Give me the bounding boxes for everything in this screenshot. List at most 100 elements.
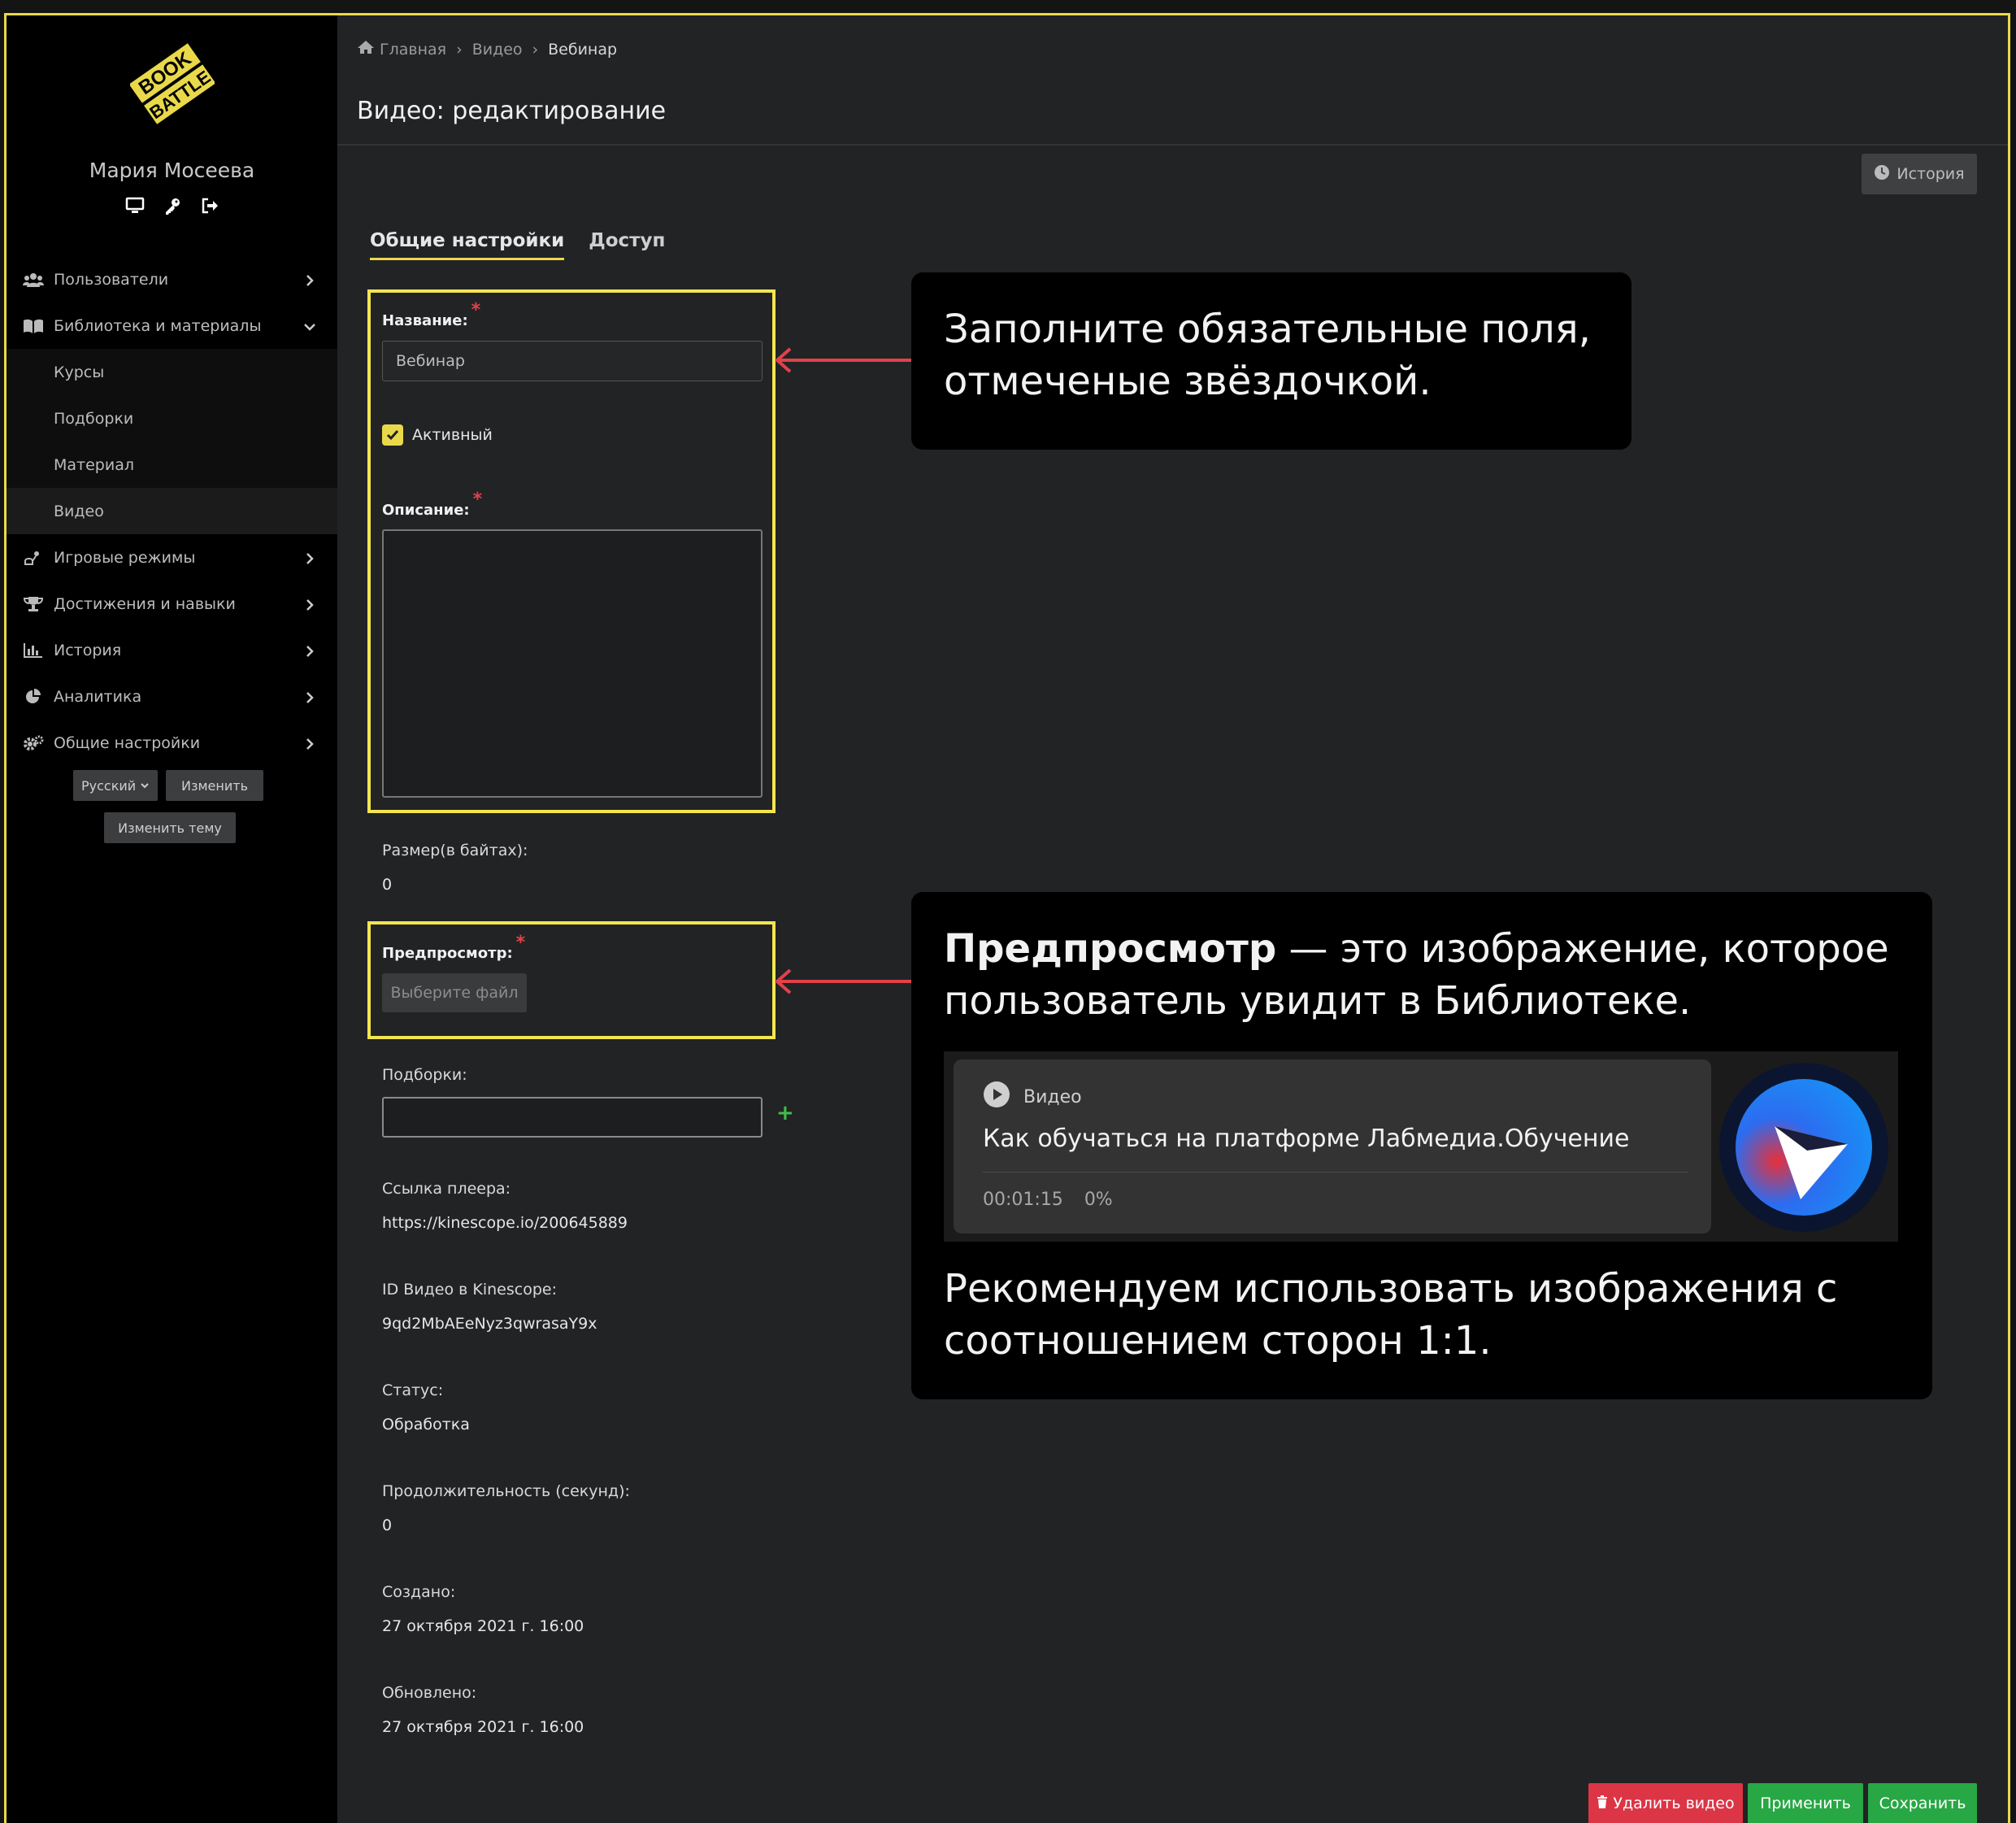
- apply-button[interactable]: Применить: [1748, 1783, 1863, 1823]
- preview-card-category-label: Видео: [1023, 1086, 1082, 1107]
- tab-access[interactable]: Доступ: [589, 230, 665, 260]
- sign-out-icon[interactable]: [200, 196, 219, 215]
- sidebar-item-users[interactable]: Пользователи: [7, 256, 337, 302]
- created-value: 27 октября 2021 г. 16:00: [382, 1617, 584, 1635]
- bookbattle-logo[interactable]: BOOK BATTLE: [128, 43, 216, 124]
- name-input[interactable]: Вебинар: [382, 341, 763, 381]
- chevron-right-icon: [303, 690, 316, 703]
- play-circle-icon: [983, 1081, 1010, 1113]
- preview-callout: Предпросмотр — это изображение, которое …: [911, 892, 1932, 1399]
- choose-file-button[interactable]: Выберите файл: [382, 973, 527, 1012]
- chevron-down-icon: [303, 320, 316, 333]
- sidebar-subitem-collections[interactable]: Подборки: [7, 395, 337, 442]
- preview-card-meta: 00:01:15 0%: [983, 1190, 1113, 1210]
- app-frame: BOOK BATTLE Мария Мосеева Пользователи Б…: [4, 13, 2010, 1823]
- sidebar-subitem-video[interactable]: Видео: [7, 488, 337, 534]
- required-asterisk: *: [472, 489, 483, 510]
- language-select-value: Русский: [81, 777, 137, 794]
- sidebar-subitem-material[interactable]: Материал: [7, 442, 337, 488]
- chevron-down-icon: [140, 778, 150, 794]
- preview-card-title: Как обучаться на платформе Лабмедиа.Обуч…: [983, 1125, 1630, 1153]
- preview-card-category: Видео: [983, 1081, 1082, 1113]
- required-fields-callout: Заполните обязательные поля, отмеченые з…: [911, 272, 1631, 450]
- sidebar-item-label: Игровые режимы: [54, 548, 196, 567]
- required-asterisk: *: [515, 933, 526, 953]
- cogs-icon: [23, 734, 44, 752]
- callout-line: Рекомендуем использовать изображения с: [944, 1266, 1838, 1312]
- key-icon[interactable]: [163, 196, 182, 215]
- sidebar-item-analytics[interactable]: Аналитика: [7, 673, 337, 720]
- trash-icon: [1597, 1795, 1608, 1812]
- arrow-left-icon: [774, 968, 915, 994]
- sidebar-item-label: Пользователи: [54, 270, 169, 289]
- preview-card-progress: 0%: [1084, 1190, 1113, 1210]
- sidebar-item-label: История: [54, 641, 122, 659]
- history-button[interactable]: История: [1862, 154, 1977, 194]
- callout-bold: Предпросмотр: [944, 926, 1277, 972]
- main-content: Главная › Видео › Вебинар Видео: редакти…: [337, 15, 2008, 1823]
- trophy-icon: [23, 595, 44, 613]
- tab-general-settings[interactable]: Общие настройки: [370, 230, 565, 260]
- collections-label: Подборки:: [382, 1066, 467, 1084]
- size-value: 0: [382, 876, 393, 894]
- form-actions: Удалить видео Применить Сохранить: [1588, 1783, 1977, 1823]
- sidebar-item-label: Достижения и навыки: [54, 594, 236, 613]
- player-link-value: https://kinescope.io/200645889: [382, 1214, 628, 1232]
- required-asterisk: *: [471, 300, 481, 320]
- book-open-icon: [23, 317, 44, 335]
- library-preview-card: Видео Как обучаться на платформе Лабмеди…: [944, 1051, 1898, 1242]
- name-label-text: Название:: [382, 312, 468, 329]
- breadcrumb-section[interactable]: Видео: [472, 41, 523, 59]
- status-value: Обработка: [382, 1416, 470, 1434]
- description-textarea[interactable]: [382, 529, 763, 798]
- sidebar-subitem-courses[interactable]: Курсы: [7, 349, 337, 395]
- sidebar: BOOK BATTLE Мария Мосеева Пользователи Б…: [7, 15, 337, 1823]
- chevron-right-icon: [303, 273, 316, 286]
- sidebar-item-label: Общие настройки: [54, 733, 201, 752]
- history-button-label: История: [1897, 165, 1965, 183]
- breadcrumb: Главная › Видео › Вебинар: [357, 40, 617, 59]
- sidebar-nav: Пользователи Библиотека и материалы Курс…: [7, 256, 337, 766]
- duration-value: 0: [382, 1516, 393, 1534]
- sidebar-item-settings[interactable]: Общие настройки: [7, 720, 337, 766]
- language-select[interactable]: Русский: [73, 770, 158, 801]
- callout-line: Заполните обязательные поля,: [944, 307, 1591, 352]
- description-label: Описание:*: [382, 489, 482, 520]
- preview-label-text: Предпросмотр:: [382, 945, 513, 962]
- breadcrumb-home[interactable]: Главная: [380, 41, 446, 59]
- sidebar-item-library[interactable]: Библиотека и материалы: [7, 302, 337, 349]
- sidebar-item-label: Библиотека и материалы: [54, 316, 262, 335]
- size-label: Размер(в байтах):: [382, 842, 528, 859]
- callout-line: Предпросмотр — это изображение, которое: [944, 923, 1889, 975]
- breadcrumb-separator: ›: [532, 40, 539, 59]
- change-language-button[interactable]: Изменить: [166, 770, 263, 801]
- change-theme-button[interactable]: Изменить тему: [104, 812, 236, 843]
- divider: [337, 144, 2008, 146]
- active-checkbox[interactable]: [382, 424, 403, 446]
- tabs: Общие настройки Доступ: [370, 230, 665, 260]
- home-icon[interactable]: [357, 40, 375, 59]
- chevron-right-icon: [303, 644, 316, 657]
- bar-chart-icon: [23, 642, 44, 659]
- gamepad-icon: [23, 549, 44, 567]
- collections-input[interactable]: [382, 1097, 763, 1138]
- monitor-icon[interactable]: [125, 196, 145, 215]
- sidebar-item-game-modes[interactable]: Игровые режимы: [7, 534, 337, 581]
- page-title: Видео: редактирование: [357, 97, 667, 125]
- callout-line: отмеченые звёздочкой.: [944, 359, 1432, 404]
- sidebar-item-achievements[interactable]: Достижения и навыки: [7, 581, 337, 627]
- player-link-label: Ссылка плеера:: [382, 1180, 511, 1198]
- preview-thumbnail: [1718, 1061, 1890, 1233]
- users-icon: [23, 271, 44, 289]
- callout-rest: — это изображение, которое: [1276, 926, 1889, 972]
- sidebar-item-label: Аналитика: [54, 687, 142, 706]
- chevron-right-icon: [303, 598, 316, 611]
- sidebar-item-history[interactable]: История: [7, 627, 337, 673]
- kinescope-id-value: 9qd2MbAEeNyz3qwrasaY9x: [382, 1315, 597, 1333]
- check-icon: [386, 430, 399, 441]
- add-collection-icon[interactable]: +: [776, 1101, 794, 1125]
- delete-video-button[interactable]: Удалить видео: [1588, 1783, 1743, 1823]
- chevron-right-icon: [303, 737, 316, 750]
- preview-card-body: Видео Как обучаться на платформе Лабмеди…: [954, 1059, 1711, 1233]
- save-button[interactable]: Сохранить: [1868, 1783, 1977, 1823]
